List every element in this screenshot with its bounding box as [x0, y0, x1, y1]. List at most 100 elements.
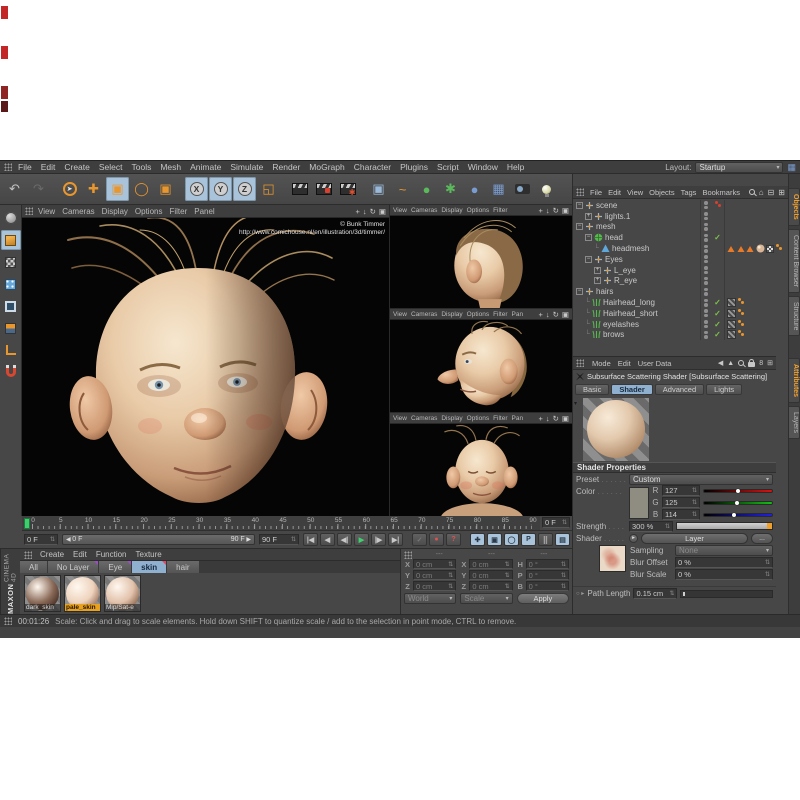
key-position-button[interactable]: ✚	[470, 533, 485, 546]
menu-item-file[interactable]: File	[590, 188, 602, 197]
panel-tab-structure[interactable]: Structure	[789, 296, 800, 336]
play-backward-button[interactable]: ◀	[320, 533, 335, 546]
menu-item-help[interactable]: Help	[507, 162, 524, 172]
goto-end-button[interactable]: ▶|	[388, 533, 403, 546]
zoom-viewport-icon[interactable]: ↓	[363, 207, 367, 216]
channel-g-slider[interactable]	[703, 501, 773, 505]
menu-item-display[interactable]: Display	[441, 207, 462, 214]
material-pale-skin[interactable]: pale_skin	[64, 575, 101, 612]
sampling-select[interactable]: None	[675, 545, 773, 556]
menu-item-edit[interactable]: Edit	[608, 188, 621, 197]
panel-tab-objects[interactable]: Objects	[789, 188, 800, 226]
object-row-brows[interactable]: └brows✓	[573, 330, 788, 341]
menu-item-options[interactable]: Options	[467, 311, 489, 318]
menu-item-cameras[interactable]: Cameras	[411, 415, 437, 422]
history-up-icon[interactable]: ▲	[727, 360, 734, 367]
object-row-mesh[interactable]: −mesh	[573, 222, 788, 233]
coord-field-x[interactable]: 0 cm	[413, 559, 456, 569]
viewport-bottom-canvas[interactable]	[390, 424, 572, 516]
tri-tag-icon[interactable]	[727, 245, 735, 253]
shader-tab-shader[interactable]: Shader	[611, 384, 652, 395]
move-tool-button[interactable]: ✚	[82, 177, 105, 201]
dots-tag-icon[interactable]	[738, 330, 741, 333]
play-button[interactable]: ▶	[354, 533, 369, 546]
expand-icon[interactable]: ⊞	[778, 188, 785, 197]
live-selection-button[interactable]: ➤	[58, 177, 81, 201]
move-viewport-icon[interactable]: +	[538, 310, 542, 319]
collapse-node-icon[interactable]: −	[585, 234, 592, 241]
object-row-hairhead-long[interactable]: └Hairhead_long✓	[573, 297, 788, 308]
color-swatch[interactable]	[629, 487, 649, 519]
add-cube-button[interactable]: ▣	[367, 177, 390, 201]
key-scale-button[interactable]: ▣	[487, 533, 502, 546]
lock-z-axis-button[interactable]: Z	[233, 177, 256, 201]
visibility-toggles[interactable]	[700, 319, 711, 330]
hatch-tag-icon[interactable]	[727, 320, 736, 329]
rotate-viewport-icon[interactable]: ↻	[553, 414, 559, 423]
object-row-l-eye[interactable]: +L_eye	[573, 265, 788, 276]
visibility-toggles[interactable]	[700, 276, 711, 287]
menu-item-filter[interactable]: Filter	[493, 311, 507, 318]
collapse-node-icon[interactable]: −	[576, 202, 583, 209]
apply-button[interactable]: Apply	[517, 593, 569, 604]
range-start-handle[interactable]: 0 F	[66, 536, 82, 543]
menu-item-tools[interactable]: Tools	[132, 162, 152, 172]
collapse-icon[interactable]: ⊟	[768, 188, 775, 197]
channel-g-field[interactable]: 125	[662, 497, 700, 508]
enabled-check-icon[interactable]: ✓	[711, 298, 724, 307]
menu-item-bookmarks[interactable]: Bookmarks	[702, 188, 740, 197]
add-modifier-button[interactable]: ✱	[439, 177, 462, 201]
expand-node-icon[interactable]: +	[594, 267, 601, 274]
menu-item-texture[interactable]: Texture	[136, 550, 162, 559]
mat-tag-icon[interactable]	[756, 244, 765, 253]
shader-browse-button[interactable]: ...	[751, 533, 773, 544]
scale-select[interactable]: Scale	[460, 593, 512, 604]
enabled-check-icon[interactable]: ✓	[711, 233, 724, 242]
render-picture-viewer-button[interactable]	[312, 177, 335, 201]
shader-tab-basic[interactable]: Basic	[575, 384, 609, 395]
tri-tag-icon[interactable]	[737, 245, 745, 253]
palette-grip[interactable]	[4, 617, 12, 625]
hatch-tag-icon[interactable]	[727, 309, 736, 318]
coord-field-z[interactable]: 0 cm	[413, 581, 456, 591]
blur-offset-field[interactable]: 0 %	[675, 557, 773, 568]
model-mode-button[interactable]	[1, 230, 21, 250]
visibility-toggles[interactable]	[700, 200, 711, 211]
new-panel-icon[interactable]: ⊞	[767, 359, 773, 367]
link-icon[interactable]: 8	[759, 360, 763, 367]
menu-item-mesh[interactable]: Mesh	[160, 162, 181, 172]
window-layout-icon[interactable]: ▦	[787, 162, 796, 173]
menu-item-mode[interactable]: Mode	[592, 359, 611, 368]
menu-item-user-data[interactable]: User Data	[638, 359, 672, 368]
zoom-viewport-icon[interactable]: ↓	[546, 206, 550, 215]
menu-item-character[interactable]: Character	[354, 162, 391, 172]
viewport-top-canvas[interactable]	[390, 216, 572, 308]
render-view-button[interactable]	[288, 177, 311, 201]
end-frame-field[interactable]: 90 F	[259, 534, 299, 545]
move-viewport-icon[interactable]: +	[355, 207, 359, 216]
lock-x-axis-button[interactable]: X	[185, 177, 208, 201]
object-row-hairs[interactable]: −hairs	[573, 286, 788, 297]
slider-knob[interactable]	[736, 489, 740, 493]
visibility-toggles[interactable]	[700, 211, 711, 222]
collapse-node-icon[interactable]: −	[585, 256, 592, 263]
shader-tab-lights[interactable]: Lights	[706, 384, 742, 395]
menu-item-edit[interactable]: Edit	[41, 162, 56, 172]
menu-item-display[interactable]: Display	[441, 311, 462, 318]
palette-grip[interactable]	[4, 163, 12, 171]
toggle-viewport-icon[interactable]: ▣	[562, 310, 569, 319]
object-row-head[interactable]: −head✓	[573, 232, 788, 243]
palette-grip[interactable]	[576, 359, 584, 367]
channel-b-slider[interactable]	[703, 513, 773, 517]
coord-field-y[interactable]: 0 cm	[469, 570, 512, 580]
menu-item-select[interactable]: Select	[99, 162, 123, 172]
object-row-scene[interactable]: −scene	[573, 200, 788, 211]
menu-item-simulate[interactable]: Simulate	[230, 162, 263, 172]
visibility-toggles[interactable]	[700, 232, 711, 243]
menu-item-plugins[interactable]: Plugins	[400, 162, 428, 172]
layer-shader-thumbnail[interactable]	[599, 545, 626, 572]
material-tab-eye[interactable]: Eye	[99, 561, 132, 573]
menu-item-objects[interactable]: Objects	[649, 188, 674, 197]
dots-tag-icon[interactable]	[738, 320, 741, 323]
add-environment-button[interactable]: ●	[463, 177, 486, 201]
